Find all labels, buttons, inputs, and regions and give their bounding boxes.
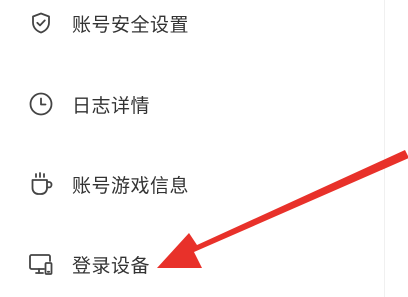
clock-icon <box>28 91 54 117</box>
menu-item-login-devices[interactable]: 登录设备 <box>28 244 150 284</box>
shield-check-icon <box>28 10 54 36</box>
menu-item-label: 日志详情 <box>72 94 151 117</box>
account-menu: 账号安全设置 日志详情 账号游戏信息 登录设备 <box>0 0 408 297</box>
menu-item-label: 账号游戏信息 <box>72 174 190 197</box>
menu-item-label: 账号安全设置 <box>72 13 190 36</box>
menu-item-log-details[interactable]: 日志详情 <box>28 84 150 124</box>
menu-item-account-security[interactable]: 账号安全设置 <box>28 3 189 43</box>
menu-item-game-info[interactable]: 账号游戏信息 <box>28 164 189 204</box>
mug-icon <box>28 171 54 197</box>
menu-item-label: 登录设备 <box>72 254 151 277</box>
panel-divider <box>384 0 385 297</box>
devices-icon <box>28 251 54 277</box>
